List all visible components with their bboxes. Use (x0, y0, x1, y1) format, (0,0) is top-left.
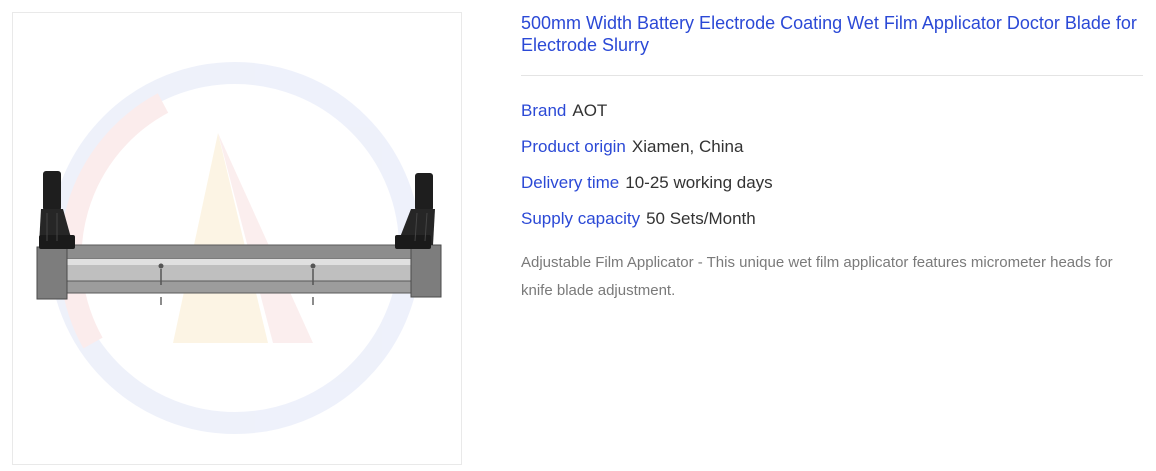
spec-row-brand: Brand AOT (521, 101, 1143, 121)
spec-row-product-origin: Product origin Xiamen, China (521, 137, 1143, 157)
product-image[interactable] (13, 13, 461, 464)
spec-label: Brand (521, 101, 567, 120)
spec-row-supply-capacity: Supply capacity 50 Sets/Month (521, 209, 1143, 229)
spec-label: Supply capacity (521, 209, 641, 228)
product-info-panel: 500mm Width Battery Electrode Coating We… (521, 12, 1143, 305)
spec-value: AOT (572, 101, 608, 120)
product-description: Adjustable Film Applicator - This unique… (521, 254, 1113, 299)
product-title[interactable]: 500mm Width Battery Electrode Coating We… (521, 12, 1143, 76)
spec-value: 10-25 working days (625, 173, 773, 192)
spec-value: 50 Sets/Month (646, 209, 756, 228)
product-specs: Brand AOT Product origin Xiamen, China Del… (521, 101, 1143, 229)
spec-value: Xiamen, China (631, 137, 744, 156)
spec-row-delivery-time: Delivery time 10-25 working days (521, 173, 1143, 193)
spec-label: Product origin (521, 137, 626, 156)
product-image-frame[interactable] (12, 12, 462, 465)
spec-label: Delivery time (521, 173, 620, 192)
